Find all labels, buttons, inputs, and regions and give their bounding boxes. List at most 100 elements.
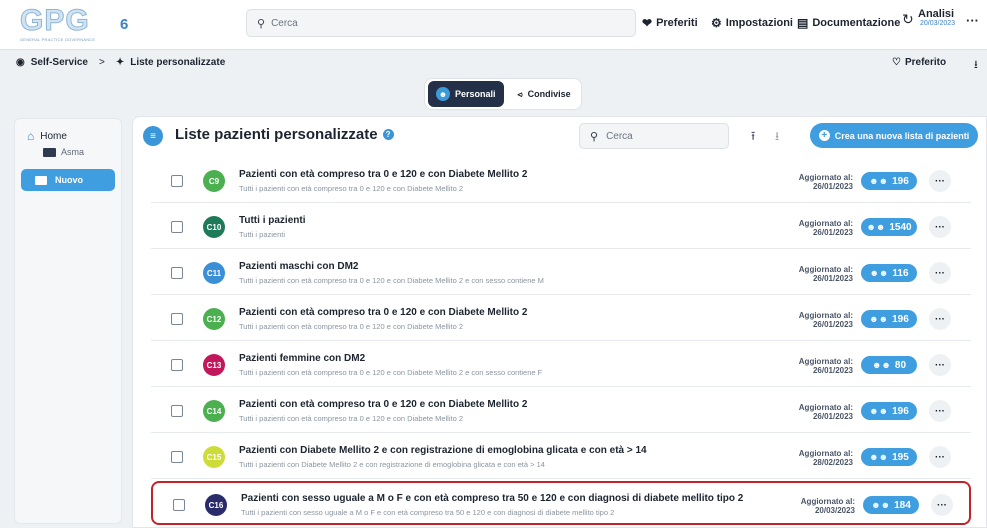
people-icon: ☻☻ [869, 268, 889, 278]
gear-icon: ⚙ [711, 16, 722, 30]
row-more-button[interactable]: ··· [929, 446, 951, 468]
updated-date: 26/01/2023 [812, 366, 853, 375]
tab-personali-label: Personali [455, 89, 496, 99]
list-row[interactable]: C12 Pazienti con età compreso tra 0 e 120… [151, 297, 971, 341]
list-title[interactable]: Pazienti con età compreso tra 0 e 120 e … [239, 399, 527, 410]
updated-label: Aggiornato al: [800, 497, 855, 506]
global-search-placeholder: Cerca [271, 17, 298, 29]
row-checkbox[interactable] [171, 221, 183, 233]
updated-date: 26/01/2023 [812, 274, 853, 283]
list-row[interactable]: C9 Pazienti con età compreso tra 0 e 120 … [151, 159, 971, 203]
list-icon: ✦ [115, 57, 125, 68]
list-row[interactable]: C10 Tutti i pazienti Tutti i pazienti Aggio… [151, 205, 971, 249]
list-row[interactable]: C16 Pazienti con sesso uguale a M o F e c… [151, 481, 971, 525]
row-checkbox[interactable] [171, 359, 183, 371]
upload-icon[interactable]: ⭱ [751, 127, 755, 148]
list-title[interactable]: Tutti i pazienti [239, 215, 305, 226]
nav-preferiti[interactable]: ❤ Preferiti [642, 16, 698, 30]
nav-impostazioni-label: Impostazioni [725, 17, 793, 29]
list-row[interactable]: C14 Pazienti con età compreso tra 0 e 120… [151, 389, 971, 433]
patient-count-button[interactable]: ☻☻ 196 [861, 310, 917, 328]
list-description: Tutti i pazienti [239, 230, 285, 239]
document-icon: ▤ [797, 16, 809, 30]
patient-count-button[interactable]: ☻☻ 80 [861, 356, 917, 374]
nav-impostazioni[interactable]: ⚙ Impostazioni [711, 16, 793, 30]
row-more-button[interactable]: ··· [929, 170, 951, 192]
row-more-button[interactable]: ··· [929, 262, 951, 284]
row-more-button[interactable]: ··· [929, 308, 951, 330]
row-checkbox[interactable] [173, 499, 185, 511]
sidebar-item-home[interactable]: ⌂ Home [27, 129, 67, 143]
new-folder-button[interactable]: Nuovo [21, 169, 115, 191]
create-list-label: Crea una nuova lista di pazienti [834, 130, 970, 141]
updated-date: 20/03/2023 [814, 506, 855, 515]
list-title[interactable]: Pazienti con Diabete Mellito 2 e con reg… [239, 445, 647, 456]
breadcrumb-current: Liste personalizzate [130, 57, 226, 68]
list-row[interactable]: C11 Pazienti maschi con DM2 Tutti i pazien… [151, 251, 971, 295]
patient-count-button[interactable]: ☻☻ 116 [861, 264, 917, 282]
row-checkbox[interactable] [171, 451, 183, 463]
patient-count: 196 [892, 313, 909, 325]
list-title[interactable]: Pazienti con età compreso tra 0 e 120 e … [239, 169, 527, 180]
more-menu-button[interactable]: ··· [966, 13, 979, 28]
nav-documentazione-label: Documentazione [812, 17, 901, 29]
breadcrumb-root[interactable]: Self-Service [31, 57, 88, 68]
lists-search-input[interactable]: ⚲ Cerca [579, 123, 729, 149]
patient-count-button[interactable]: ☻☻ 196 [861, 402, 917, 420]
row-checkbox[interactable] [171, 405, 183, 417]
patient-count: 184 [894, 499, 911, 511]
row-more-button[interactable]: ··· [929, 354, 951, 376]
list-code-badge: C12 [203, 308, 225, 330]
list-code-badge: C16 [205, 494, 227, 516]
app-logo[interactable]: GPG GENERAL PRACTICE GOVERNANCE 6 [20, 5, 138, 42]
updated-info: Aggiornato al: 26/01/2023 [781, 219, 853, 237]
refresh-icon: ↻ [902, 11, 914, 27]
list-title[interactable]: Pazienti con sesso uguale a M o F e con … [241, 493, 743, 504]
updated-info: Aggiornato al: 28/02/2023 [781, 449, 853, 467]
create-list-button[interactable]: + Crea una nuova lista di pazienti [810, 123, 978, 148]
updated-info: Aggiornato al: 26/01/2023 [781, 173, 853, 191]
tab-condivise[interactable]: ⪦ Condivise [510, 81, 579, 107]
global-search-input[interactable]: ⚲ Cerca [246, 9, 636, 37]
updated-date: 26/01/2023 [812, 228, 853, 237]
page-title: Liste pazienti personalizzate ? [175, 126, 394, 143]
sidebar-item-asma[interactable]: Asma [43, 147, 84, 157]
download-icon[interactable]: ⭳ [775, 127, 779, 148]
list-row[interactable]: C13 Pazienti femmine con DM2 Tutti i pazie… [151, 343, 971, 387]
patient-count-button[interactable]: ☻☻ 1540 [861, 218, 917, 236]
list-description: Tutti i pazienti con Diabete Mellito 2 e… [239, 460, 545, 469]
row-checkbox[interactable] [171, 175, 183, 187]
list-title[interactable]: Pazienti maschi con DM2 [239, 261, 358, 272]
list-title[interactable]: Pazienti con età compreso tra 0 e 120 e … [239, 307, 527, 318]
row-more-button[interactable]: ··· [929, 400, 951, 422]
people-icon: ☻☻ [869, 406, 889, 416]
preferito-button[interactable]: ♡ Preferito [892, 57, 946, 68]
updated-label: Aggiornato al: [798, 265, 853, 274]
list-type-toggle: ☻ Personali ⪦ Condivise [424, 78, 582, 110]
patient-count-button[interactable]: ☻☻ 195 [861, 448, 917, 466]
updated-info: Aggiornato al: 20/03/2023 [783, 497, 855, 515]
patient-count: 195 [892, 451, 909, 463]
list-code-badge: C11 [203, 262, 225, 284]
nav-analisi[interactable]: ↻ Analisi 20/03/2023 [902, 8, 955, 27]
download-icon[interactable]: ⭳ [974, 56, 978, 75]
row-more-button[interactable]: ··· [929, 216, 951, 238]
list-description: Tutti i pazienti con età compreso tra 0 … [239, 414, 464, 423]
people-icon: ☻☻ [869, 452, 889, 462]
patient-count: 116 [892, 267, 909, 279]
home-icon: ⌂ [27, 129, 35, 143]
list-row[interactable]: C15 Pazienti con Diabete Mellito 2 e con … [151, 435, 971, 479]
list-code-badge: C14 [203, 400, 225, 422]
row-checkbox[interactable] [171, 267, 183, 279]
patient-count-button[interactable]: ☻☻ 184 [863, 496, 919, 514]
info-icon[interactable]: ? [382, 129, 394, 140]
nav-documentazione[interactable]: ▤ Documentazione [797, 16, 900, 30]
patient-count-button[interactable]: ☻☻ 196 [861, 172, 917, 190]
lists-search-placeholder: Cerca [606, 130, 633, 142]
page-title-text: Liste pazienti personalizzate [175, 126, 378, 143]
list-title[interactable]: Pazienti femmine con DM2 [239, 353, 365, 364]
row-checkbox[interactable] [171, 313, 183, 325]
row-more-button[interactable]: ··· [931, 494, 953, 516]
updated-date: 28/02/2023 [812, 458, 853, 467]
tab-personali[interactable]: ☻ Personali [428, 81, 504, 107]
